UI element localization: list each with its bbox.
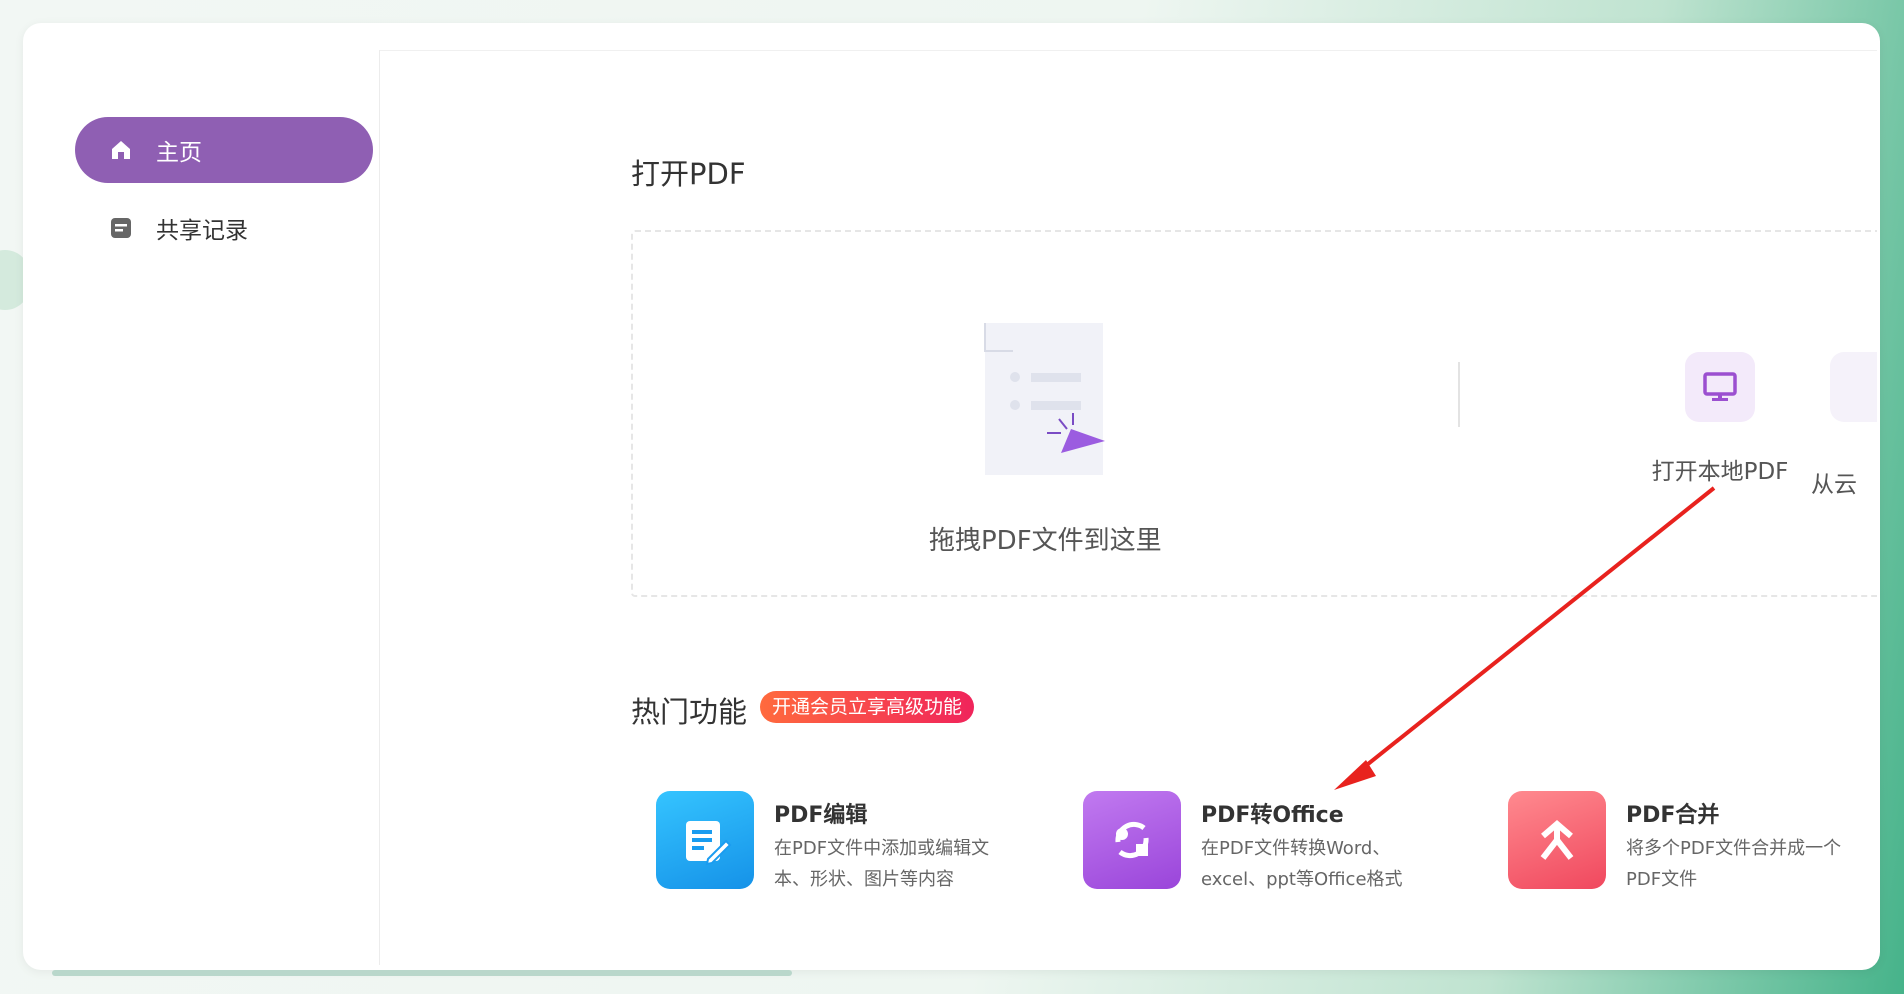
edit-icon [656, 791, 754, 889]
feature-title: PDF合并 [1626, 803, 1720, 828]
document-icon [108, 215, 134, 241]
home-icon [108, 137, 134, 163]
open-local-pdf-label: 打开本地PDF [1651, 459, 1789, 485]
cloud-icon [1830, 352, 1877, 422]
feature-desc: 在PDF文件转换Word、excel、ppt等Office格式 [1201, 838, 1403, 890]
merge-icon [1508, 791, 1606, 889]
sidebar-item-share-records[interactable]: 共享记录 [75, 195, 373, 261]
main-content: 打开PDF 拖拽PDF文件到这里 打开本地PDF 从云 热门功能 开通会员立享高… [380, 50, 1877, 965]
open-from-cloud-button[interactable]: 从云 [1811, 465, 1857, 499]
divider [1458, 362, 1460, 427]
sidebar-item-label: 主页 [156, 140, 202, 166]
hot-features-title: 热门功能 [631, 695, 748, 729]
sidebar: 主页 共享记录 [50, 50, 380, 965]
open-local-pdf-button[interactable]: 打开本地PDF [1635, 352, 1805, 486]
drop-zone-text: 拖拽PDF文件到这里 [929, 526, 1162, 556]
feature-desc: 将多个PDF文件合并成一个PDF文件 [1626, 838, 1842, 890]
pdf-drop-zone[interactable]: 拖拽PDF文件到这里 打开本地PDF 从云 [631, 230, 1877, 597]
convert-icon [1083, 791, 1181, 889]
sidebar-item-home[interactable]: 主页 [75, 117, 373, 183]
monitor-icon [1685, 352, 1755, 422]
feature-pdf-edit[interactable]: PDF编辑 在PDF文件中添加或编辑文本、形状、图片等内容 [656, 791, 1046, 891]
feature-pdf-to-office[interactable]: PDF转Office 在PDF文件转换Word、excel、ppt等Office… [1083, 791, 1473, 891]
feature-desc: 在PDF文件中添加或编辑文本、形状、图片等内容 [774, 838, 990, 890]
drop-file-illustration [973, 317, 1123, 487]
feature-title: PDF转Office [1201, 803, 1344, 828]
open-pdf-title: 打开PDF [631, 157, 746, 191]
vip-promo-badge[interactable]: 开通会员立享高级功能 [760, 691, 975, 723]
sidebar-item-label: 共享记录 [156, 218, 248, 244]
feature-pdf-merge[interactable]: PDF合并 将多个PDF文件合并成一个PDF文件 [1508, 791, 1877, 891]
feature-title: PDF编辑 [774, 803, 868, 828]
app-window: 主页 共享记录 打开PDF 拖拽PDF文件到这里 打开本地PDF 从云 热门功能… [23, 23, 1880, 970]
horizontal-scrollbar[interactable] [52, 970, 792, 976]
